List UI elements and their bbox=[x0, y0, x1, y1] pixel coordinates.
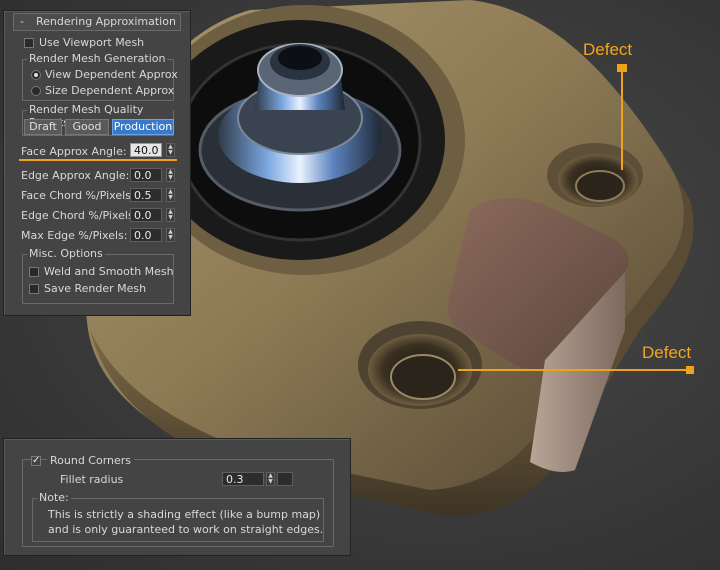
note-line-1: This is strictly a shading effect (like … bbox=[48, 508, 321, 521]
face-chord-spinner[interactable]: ▲ ▼ bbox=[166, 188, 175, 202]
view-dependent-radio[interactable] bbox=[31, 70, 41, 80]
note-title: Note: bbox=[37, 491, 71, 504]
misc-options-group: Misc. Options bbox=[22, 247, 174, 304]
weld-smooth-label: Weld and Smooth Mesh bbox=[44, 265, 174, 278]
max-edge-spinner[interactable]: ▲ ▼ bbox=[166, 228, 175, 242]
face-chord-input[interactable]: 0.5 bbox=[130, 188, 162, 202]
face-approx-angle-label: Face Approx Angle: bbox=[21, 145, 127, 158]
edge-chord-input[interactable]: 0.0 bbox=[130, 208, 162, 222]
use-viewport-mesh-checkbox[interactable] bbox=[24, 38, 34, 48]
edge-approx-angle-label: Edge Approx Angle: bbox=[21, 169, 130, 182]
use-viewport-mesh-label: Use Viewport Mesh bbox=[39, 36, 145, 49]
save-render-mesh-checkbox[interactable] bbox=[29, 284, 39, 294]
defect-label-top: Defect bbox=[583, 40, 633, 59]
edge-chord-label: Edge Chord %/Pixels: bbox=[21, 209, 138, 222]
edge-chord-spinner[interactable]: ▲ ▼ bbox=[166, 208, 175, 222]
active-row-underline bbox=[19, 159, 177, 161]
save-render-mesh-label: Save Render Mesh bbox=[44, 282, 147, 295]
misc-options-title: Misc. Options bbox=[27, 247, 105, 260]
face-approx-angle-input[interactable]: 40.0 bbox=[130, 143, 162, 157]
max-edge-label: Max Edge %/Pixels: bbox=[21, 229, 128, 242]
mesh-generation-title: Render Mesh Generation bbox=[27, 52, 168, 65]
good-button[interactable]: Good bbox=[65, 119, 109, 135]
rollout-header[interactable]: - Rendering Approximation bbox=[13, 13, 181, 31]
face-chord-label: Face Chord %/Pixels: bbox=[21, 189, 135, 202]
collapse-icon[interactable]: - bbox=[20, 15, 24, 28]
note-line-2: and is only guaranteed to work on straig… bbox=[48, 523, 324, 536]
fillet-radius-extra[interactable] bbox=[277, 472, 293, 486]
edge-approx-angle-spinner[interactable]: ▲ ▼ bbox=[166, 168, 175, 182]
face-approx-angle-spinner[interactable]: ▲ ▼ bbox=[166, 143, 175, 157]
defect-label-bottom: Defect bbox=[642, 343, 692, 362]
size-dependent-radio[interactable] bbox=[31, 86, 41, 96]
weld-smooth-checkbox[interactable] bbox=[29, 267, 39, 277]
round-corners-panel: ✓ Round Corners Fillet radius 0.3 ▲ ▼ Not… bbox=[3, 438, 351, 556]
round-corners-checkbox[interactable]: ✓ bbox=[31, 456, 41, 466]
fillet-radius-label: Fillet radius bbox=[60, 473, 124, 486]
draft-button[interactable]: Draft bbox=[24, 119, 62, 135]
max-edge-input[interactable]: 0.0 bbox=[130, 228, 162, 242]
view-dependent-label: View Dependent Approx bbox=[45, 68, 178, 81]
rollout-title: Rendering Approximation bbox=[36, 15, 176, 28]
fillet-radius-input[interactable]: 0.3 bbox=[222, 472, 264, 486]
rendering-approximation-panel: - Rendering Approximation Use Viewport M… bbox=[3, 10, 191, 316]
round-corners-label: Round Corners bbox=[47, 454, 135, 467]
fillet-radius-spinner[interactable]: ▲ ▼ bbox=[266, 472, 275, 486]
edge-approx-angle-input[interactable]: 0.0 bbox=[130, 168, 162, 182]
size-dependent-label: Size Dependent Approx bbox=[45, 84, 175, 97]
production-button[interactable]: Production bbox=[112, 119, 174, 135]
